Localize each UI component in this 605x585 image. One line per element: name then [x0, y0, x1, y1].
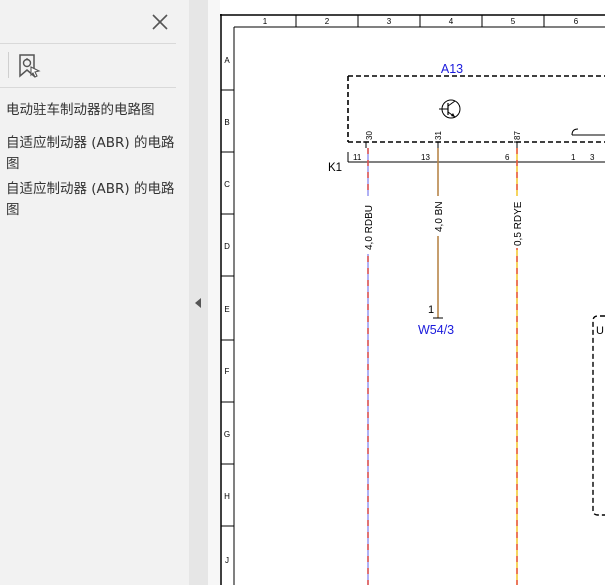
pins-a13: 30 31 87 [363, 131, 522, 148]
row-label: B [224, 118, 229, 127]
bookmarks-sidebar: 电动驻车制动器的电路图 自适应制动器 (ABR) 的电路图 自适应制动器 (AB… [0, 0, 189, 585]
wire-label: 4,0 RDBU [364, 205, 375, 250]
sidebar-divider [0, 87, 176, 88]
collapse-sidebar-handle[interactable] [189, 0, 208, 585]
wire-label: 0,5 RDYE [513, 201, 524, 246]
column-label: 3 [387, 17, 392, 26]
row-labels: A B C D E F G H J [224, 56, 230, 565]
wire-label: 4,0 BN [434, 201, 445, 232]
pin-label: 11 [353, 153, 362, 162]
row-label: F [225, 367, 230, 376]
column-dividers [295, 15, 545, 27]
component-label-w54: W54/3 [418, 323, 454, 337]
row-label: J [225, 556, 229, 565]
wire-bn: 4,0 BN 1 W54/3 [418, 148, 454, 337]
row-label: C [224, 180, 230, 189]
connector-label-k1: K1 [328, 162, 342, 174]
viewer-background [208, 0, 220, 585]
column-labels: 1 2 3 4 5 6 [263, 17, 579, 26]
pin-label: 13 [421, 153, 430, 162]
chevron-left-icon [195, 298, 201, 308]
bookmark-item[interactable]: 自适应制动器 (ABR) 的电路图 [6, 133, 178, 175]
pin-label: 6 [505, 153, 510, 162]
row-label: G [224, 430, 230, 439]
row-label: H [224, 492, 230, 501]
connector-k1: K1 11 13 6 1 3 [328, 152, 605, 174]
bookmark-item[interactable]: 电动驻车制动器的电路图 [6, 100, 178, 121]
row-label: D [224, 242, 230, 251]
pin-label: 31 [434, 131, 443, 140]
transistor-symbol [439, 99, 461, 119]
wire-rdye: 0,5 RDYE [510, 148, 524, 585]
close-icon [152, 14, 168, 30]
column-label: 1 [263, 17, 268, 26]
component-u: U [592, 315, 605, 516]
bookmark-item[interactable]: 自适应制动器 (ABR) 的电路图 [6, 179, 178, 221]
wire-rdbu: 4,0 RDBU [361, 148, 375, 585]
pin-label: 3 [590, 153, 595, 162]
pin-label: 87 [513, 131, 522, 140]
column-label: 4 [449, 17, 454, 26]
sidebar-header [0, 0, 189, 44]
column-label: 2 [325, 17, 330, 26]
add-bookmark-button[interactable] [16, 52, 42, 80]
component-a13: A13 [347, 62, 605, 143]
document-page: 1 2 3 4 5 6 A B C D E F G H J A13 30 31 … [220, 14, 605, 585]
pin-label: 30 [365, 131, 374, 140]
pin-label: 1 [571, 153, 576, 162]
toolbar-separator [8, 52, 9, 78]
pin-label: 1 [428, 304, 434, 316]
row-label: E [224, 305, 229, 314]
column-label: 6 [574, 17, 579, 26]
component-label-u: U [596, 325, 604, 337]
column-label: 5 [511, 17, 516, 26]
close-sidebar-button[interactable] [148, 10, 172, 34]
row-label: A [224, 56, 230, 65]
circuit-diagram: 1 2 3 4 5 6 A B C D E F G H J A13 30 31 … [220, 14, 605, 585]
bookmark-search-icon [19, 54, 41, 78]
component-label-a13: A13 [441, 62, 463, 76]
